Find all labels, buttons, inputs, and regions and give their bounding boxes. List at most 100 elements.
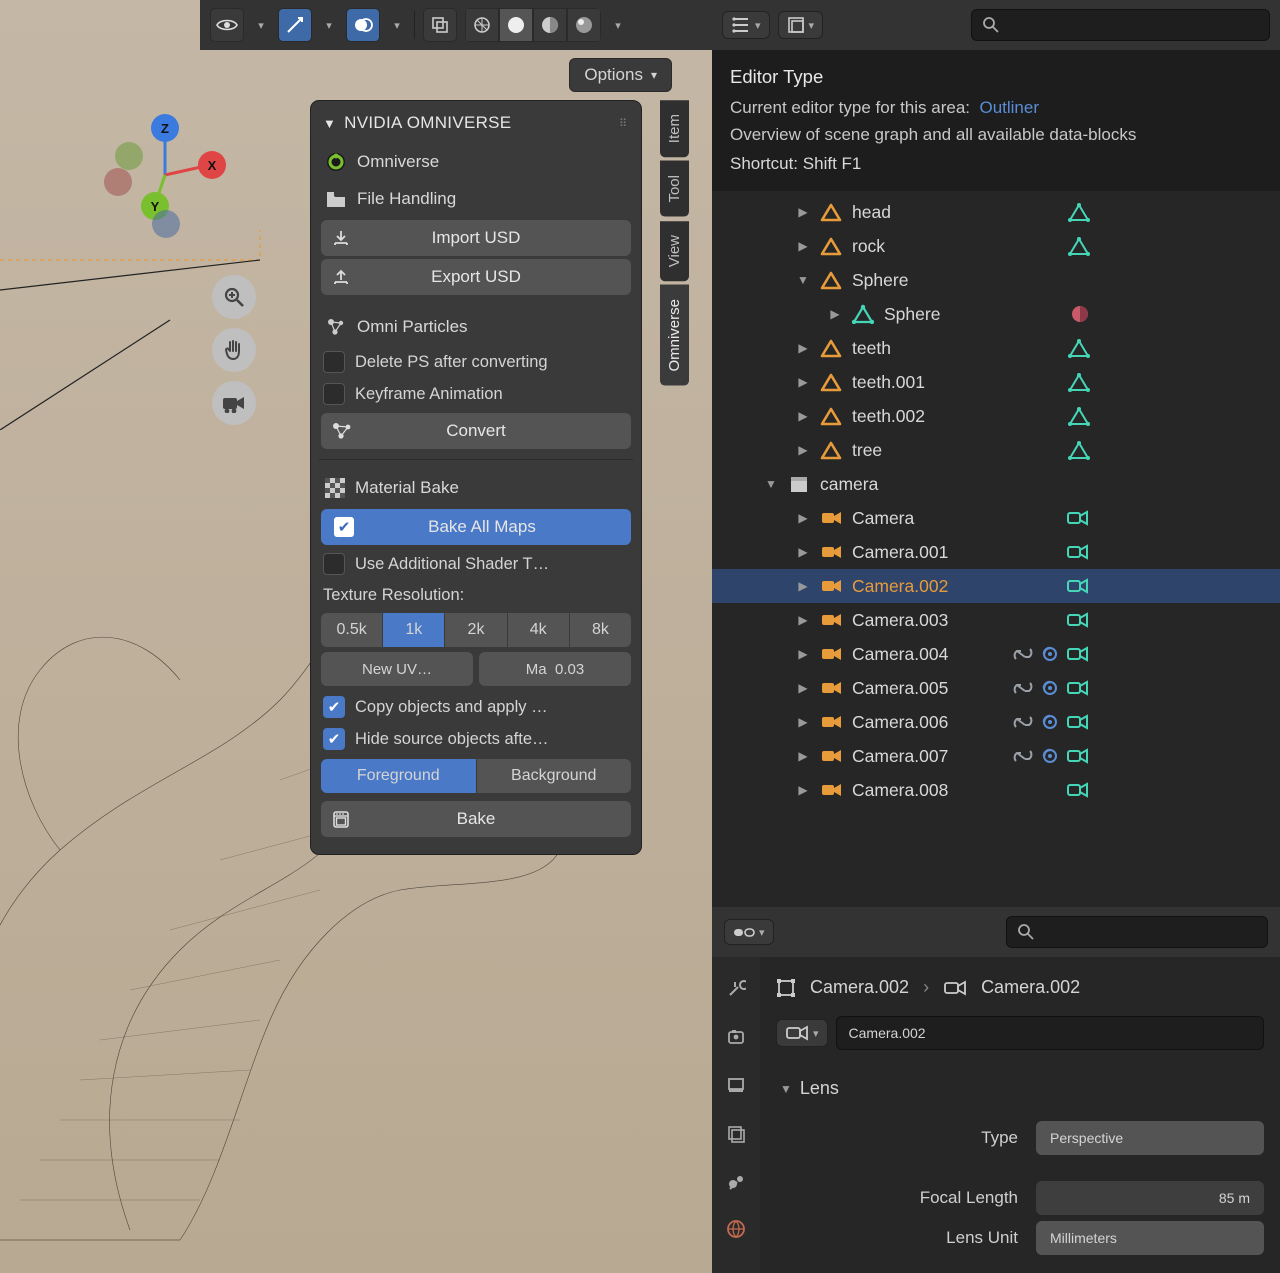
hide-source-check[interactable]: ✔Hide source objects afte… xyxy=(321,723,631,755)
tree-node[interactable]: ▶Camera.007 xyxy=(712,739,1280,773)
chevron-down-icon[interactable]: ▾ xyxy=(388,19,406,32)
background-toggle[interactable]: Background xyxy=(477,759,632,793)
disclosure-arrow[interactable]: ▶ xyxy=(796,239,810,253)
use-additional-check[interactable]: Use Additional Shader T… xyxy=(321,548,631,580)
delete-ps-check[interactable]: Delete PS after converting xyxy=(321,346,631,378)
tree-node[interactable]: ▶teeth.001 xyxy=(712,365,1280,399)
shading-solid[interactable] xyxy=(499,8,533,42)
tree-node[interactable]: ▶Camera xyxy=(712,501,1280,535)
material-bake-row[interactable]: Material Bake xyxy=(321,470,631,506)
disclosure-arrow[interactable]: ▶ xyxy=(796,341,810,355)
disclosure-arrow[interactable]: ▶ xyxy=(796,783,810,797)
tab-tool-props[interactable] xyxy=(722,975,750,1003)
disclosure-arrow[interactable]: ▶ xyxy=(796,375,810,389)
tree-node[interactable]: ▶teeth xyxy=(712,331,1280,365)
shading-rendered[interactable] xyxy=(567,8,601,42)
tree-node[interactable]: ▶Camera.001 xyxy=(712,535,1280,569)
outliner-link[interactable]: Outliner xyxy=(979,98,1039,117)
tab-item[interactable]: Item xyxy=(660,100,689,157)
res-0.5k[interactable]: 0.5k xyxy=(321,613,383,647)
convert-button[interactable]: Convert xyxy=(321,413,631,449)
chevron-down-icon[interactable]: ▾ xyxy=(252,19,270,32)
disclosure-arrow[interactable]: ▶ xyxy=(828,307,842,321)
disclosure-arrow[interactable]: ▶ xyxy=(796,409,810,423)
lens-unit-dropdown[interactable]: Millimeters xyxy=(1036,1221,1264,1255)
tree-node[interactable]: ▶head xyxy=(712,195,1280,229)
chevron-down-icon[interactable]: ▼ xyxy=(323,116,336,131)
disclosure-arrow[interactable]: ▶ xyxy=(796,545,810,559)
tab-output-props[interactable] xyxy=(722,1071,750,1099)
outliner-tree[interactable]: ▶head▶rock▼Sphere▶Sphere▶teeth▶teeth.001… xyxy=(712,191,1280,907)
disclosure-arrow[interactable]: ▼ xyxy=(796,273,810,287)
disclosure-arrow[interactable]: ▶ xyxy=(796,443,810,457)
zoom-button[interactable] xyxy=(212,275,256,319)
tree-node[interactable]: ▶Camera.002 xyxy=(712,569,1280,603)
camera-view-button[interactable] xyxy=(212,381,256,425)
res-4k[interactable]: 4k xyxy=(508,613,570,647)
disclosure-arrow[interactable]: ▶ xyxy=(796,749,810,763)
res-2k[interactable]: 2k xyxy=(445,613,507,647)
disclosure-arrow[interactable]: ▶ xyxy=(796,681,810,695)
data-chooser-button[interactable]: ▾ xyxy=(776,1019,828,1047)
tree-node[interactable]: ▼camera xyxy=(712,467,1280,501)
viewport-3d[interactable]: ▾ ▾ ▾ ▾ Options ▾ Z X Y Item Tool View xyxy=(0,0,712,1273)
properties-editor-button[interactable]: ▾ xyxy=(724,919,774,945)
shading-material[interactable] xyxy=(533,8,567,42)
grip-icon[interactable]: ⠿ xyxy=(619,117,629,130)
file-handling-row[interactable]: File Handling xyxy=(321,181,631,217)
disclosure-arrow[interactable]: ▼ xyxy=(764,477,778,491)
tree-node[interactable]: ▶Camera.005 xyxy=(712,671,1280,705)
chevron-down-icon[interactable]: ▾ xyxy=(320,19,338,32)
res-8k[interactable]: 8k xyxy=(570,613,631,647)
pan-button[interactable] xyxy=(212,328,256,372)
tab-world-props[interactable] xyxy=(722,1215,750,1243)
tab-tool[interactable]: Tool xyxy=(660,161,689,217)
options-dropdown[interactable]: Options ▾ xyxy=(569,58,672,92)
tree-node[interactable]: ▶teeth.002 xyxy=(712,399,1280,433)
lens-type-dropdown[interactable]: Perspective xyxy=(1036,1121,1264,1155)
foreground-toggle[interactable]: Foreground xyxy=(321,759,477,793)
visibility-dropdown[interactable] xyxy=(210,8,244,42)
data-name-field[interactable]: Camera.002 xyxy=(836,1016,1264,1050)
tab-omniverse[interactable]: Omniverse xyxy=(660,285,689,386)
copy-objects-check[interactable]: ✔Copy objects and apply … xyxy=(321,691,631,723)
tree-node[interactable]: ▶tree xyxy=(712,433,1280,467)
chevron-down-icon[interactable]: ▾ xyxy=(609,19,627,32)
lens-section-header[interactable]: ▼Lens xyxy=(776,1070,1264,1115)
tree-node[interactable]: ▼Sphere xyxy=(712,263,1280,297)
keyframe-anim-check[interactable]: Keyframe Animation xyxy=(321,378,631,410)
tab-scene-props[interactable] xyxy=(722,1167,750,1195)
tab-viewlayer-props[interactable] xyxy=(722,1119,750,1147)
res-1k[interactable]: 1k xyxy=(383,613,445,647)
orientation-gizmo[interactable]: Z X Y xyxy=(100,110,230,240)
shading-wireframe[interactable] xyxy=(465,8,499,42)
disclosure-arrow[interactable]: ▶ xyxy=(796,715,810,729)
xray-toggle[interactable] xyxy=(423,8,457,42)
properties-search[interactable] xyxy=(1006,916,1268,948)
editor-type-button[interactable]: ▾ xyxy=(722,11,770,39)
tree-node[interactable]: ▶Camera.006 xyxy=(712,705,1280,739)
tab-view[interactable]: View xyxy=(660,221,689,281)
omni-particles-row[interactable]: Omni Particles xyxy=(321,308,631,346)
tree-node[interactable]: ▶Sphere xyxy=(712,297,1280,331)
omniverse-row[interactable]: Omniverse xyxy=(321,143,631,181)
disclosure-arrow[interactable]: ▶ xyxy=(796,579,810,593)
disclosure-arrow[interactable]: ▶ xyxy=(796,205,810,219)
export-usd-button[interactable]: Export USD xyxy=(321,259,631,295)
tree-node[interactable]: ▶rock xyxy=(712,229,1280,263)
tree-node[interactable]: ▶Camera.003 xyxy=(712,603,1280,637)
focal-length-field[interactable]: 85 m xyxy=(1036,1181,1264,1215)
tree-node[interactable]: ▶Camera.004 xyxy=(712,637,1280,671)
disclosure-arrow[interactable]: ▶ xyxy=(796,511,810,525)
tab-render-props[interactable] xyxy=(722,1023,750,1051)
bake-button[interactable]: Bake xyxy=(321,801,631,837)
display-mode-button[interactable]: ▾ xyxy=(778,11,824,39)
margin-field[interactable]: Ma 0.03 xyxy=(479,652,631,686)
tree-node[interactable]: ▶Camera.008 xyxy=(712,773,1280,807)
new-uv-button[interactable]: New UV… xyxy=(321,652,473,686)
import-usd-button[interactable]: Import USD xyxy=(321,220,631,256)
gizmo-toggle[interactable] xyxy=(278,8,312,42)
disclosure-arrow[interactable]: ▶ xyxy=(796,647,810,661)
disclosure-arrow[interactable]: ▶ xyxy=(796,613,810,627)
bake-all-maps-button[interactable]: ✔ Bake All Maps xyxy=(321,509,631,545)
